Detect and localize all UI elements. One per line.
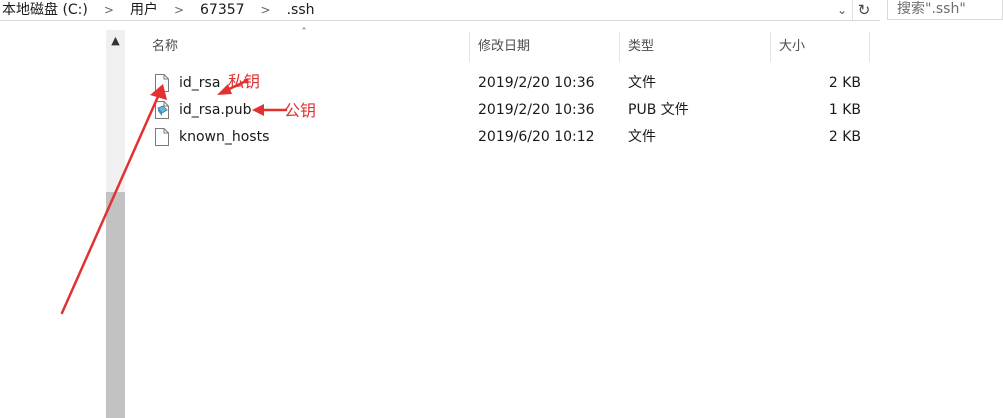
private-key-annotation: 私钥 (228, 72, 261, 91)
long-arrow-line (60, 90, 162, 315)
annotation-arrows (60, 78, 288, 315)
public-key-arrow-head (252, 104, 264, 116)
public-key-annotation: 公钥 (284, 101, 317, 120)
